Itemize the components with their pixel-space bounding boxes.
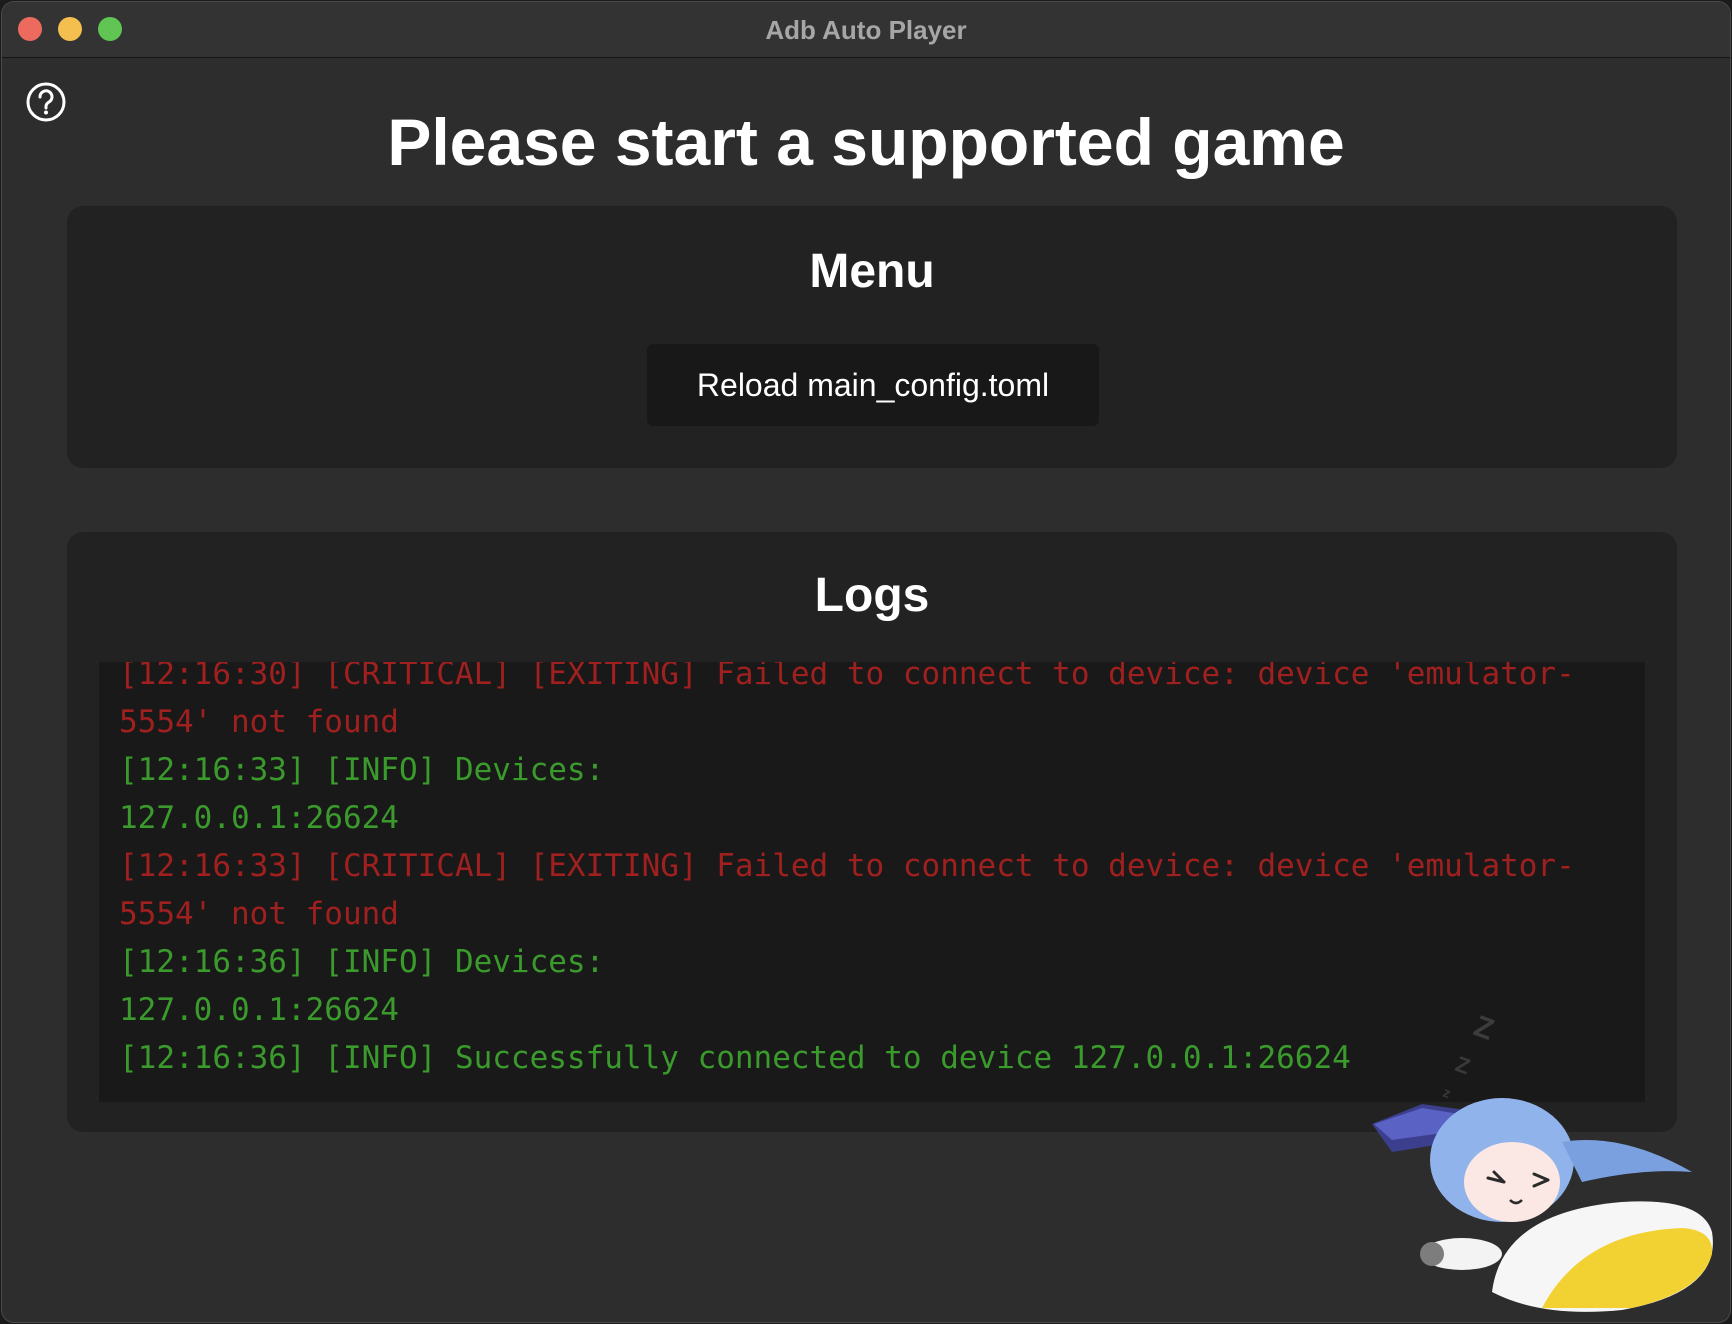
menu-title: Menu (809, 245, 935, 298)
sleeping-mascot-image: Z Z z (1362, 992, 1730, 1312)
page-title: Please start a supported game (387, 105, 1345, 179)
title-bar: Adb Auto Player (2, 2, 1730, 58)
log-line: 5554' not found (119, 704, 399, 740)
log-line: 5554' not found (119, 896, 399, 932)
svg-text:Z: Z (1470, 1010, 1499, 1047)
log-line: [12:16:33] [INFO] Devices: (119, 752, 605, 788)
reload-config-button[interactable]: Reload main_config.toml (647, 344, 1099, 426)
menu-panel: Menu Reload main_config.toml (67, 206, 1677, 468)
log-line: [12:16:36] [INFO] Devices: (119, 944, 605, 980)
svg-text:z: z (1441, 1084, 1453, 1101)
log-line: 127.0.0.1:26624 (119, 800, 399, 836)
window-title: Adb Auto Player (765, 15, 967, 45)
log-line: [12:16:30] [CRITICAL] [EXITING] Failed t… (119, 662, 1575, 692)
log-line: [12:16:33] [CRITICAL] [EXITING] Failed t… (119, 848, 1575, 884)
logs-title: Logs (814, 569, 930, 622)
svg-text:Z: Z (1452, 1051, 1473, 1079)
app-window: Adb Auto Player Please start a supported… (2, 2, 1730, 1322)
